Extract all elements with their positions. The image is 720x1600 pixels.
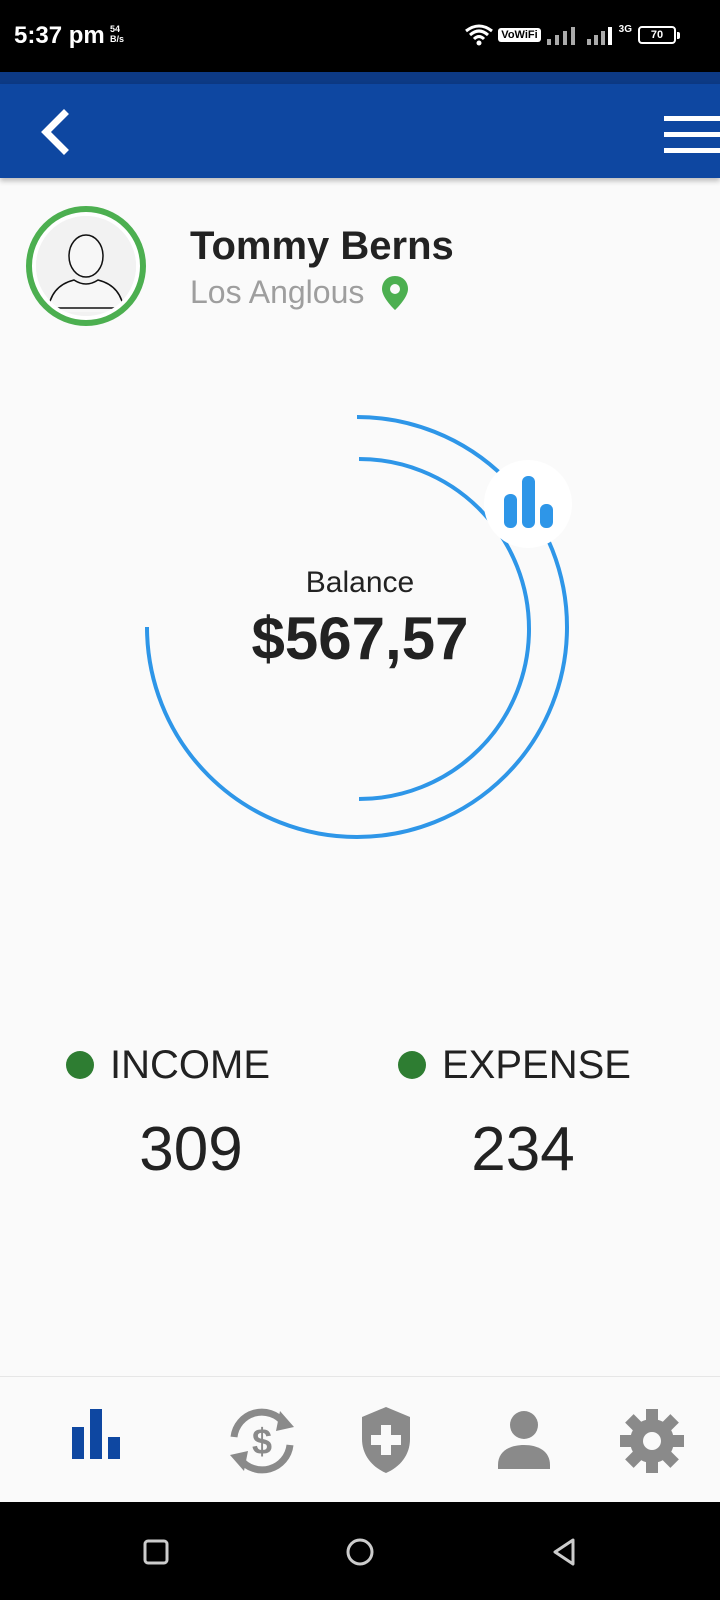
expense-dot [398, 1051, 426, 1079]
network-speed-value: 54 [110, 24, 121, 34]
balance-label: Balance [305, 566, 415, 599]
avatar-image [36, 216, 136, 316]
person-silhouette-icon [36, 216, 136, 316]
income-stat: INCOME 309 [66, 1040, 316, 1185]
status-icons: VoWiFi 3G 70 [464, 20, 680, 50]
gear-icon [620, 1409, 684, 1473]
recent-apps-button[interactable] [136, 1532, 176, 1572]
menu-button[interactable] [660, 114, 720, 158]
income-dot [66, 1051, 94, 1079]
nav-item-exchange[interactable]: $ [222, 1403, 302, 1479]
signal-icon-2 [586, 27, 612, 45]
network-speed-unit: B/s [110, 34, 125, 44]
home-button[interactable] [340, 1532, 380, 1572]
expense-header: EXPENSE [398, 1040, 648, 1090]
income-header: INCOME [66, 1040, 316, 1090]
chevron-left-icon [41, 109, 69, 155]
back-button[interactable] [30, 106, 80, 156]
svg-text:$: $ [252, 1421, 272, 1462]
back-nav-button[interactable] [544, 1532, 584, 1572]
income-label: INCOME [110, 1042, 270, 1087]
hamburger-menu-icon [664, 116, 720, 121]
app-bar [0, 84, 720, 178]
wifi-icon [465, 24, 494, 46]
expense-value: 234 [471, 1115, 575, 1184]
nav-item-insurance[interactable] [346, 1403, 426, 1479]
expense-stat: EXPENSE 234 [398, 1040, 648, 1185]
currency-exchange-icon: $ [230, 1408, 294, 1474]
status-time: 5:37 pm [14, 22, 105, 49]
balance-value: $567,57 [251, 605, 469, 672]
network-type: 3G [618, 23, 632, 35]
hamburger-line [664, 132, 720, 137]
battery-level: 70 [650, 29, 664, 41]
network-speed: 54 B/s [110, 24, 130, 44]
status-bar: 5:37 pm 54 B/s VoWiFi 3G 70 [0, 0, 720, 72]
income-value: 309 [139, 1115, 243, 1184]
bar-chart-icon [504, 476, 553, 528]
hamburger-line [664, 148, 720, 153]
location-pin-icon [382, 276, 408, 310]
person-icon [498, 1411, 550, 1469]
nav-item-profile[interactable] [484, 1403, 564, 1479]
bottom-nav: $ [0, 1376, 720, 1502]
nav-item-dashboard[interactable] [58, 1403, 138, 1479]
signal-icon [546, 27, 575, 45]
battery-icon: 70 [638, 26, 680, 44]
vowifi-badge: VoWiFi [498, 28, 541, 42]
app-bar-shadow-strip [0, 72, 720, 84]
user-location: Los Anglous [190, 274, 365, 310]
shield-plus-icon [362, 1407, 410, 1473]
user-name: Tommy Berns [190, 224, 454, 268]
stats-button[interactable] [484, 460, 572, 548]
nav-item-settings[interactable] [612, 1403, 692, 1479]
system-nav-bar [0, 1502, 720, 1600]
bar-chart-icon [72, 1409, 120, 1459]
expense-label: EXPENSE [442, 1042, 631, 1087]
avatar[interactable] [26, 206, 146, 326]
